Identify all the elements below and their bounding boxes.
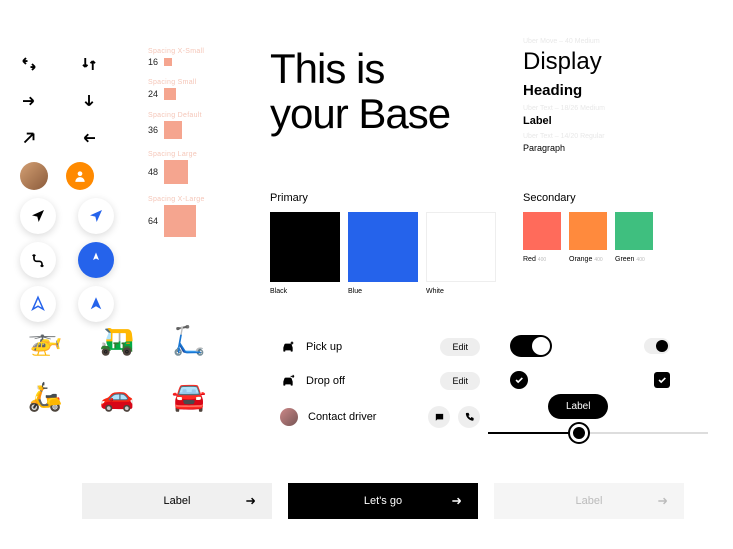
vehicle-grid: 🚁 🛺 🛴 🛵 🚗 🚘 [12,315,222,421]
arrow-right-icon [656,494,670,508]
swatch-label: Blue [348,288,418,295]
primary-title: Primary [270,192,496,204]
typo-label: Label [523,115,713,127]
swatch-sub: 400 [636,257,644,263]
helicopter-icon: 🚁 [12,315,78,365]
car-arrow-icon [280,373,296,389]
spacing-num: 64 [148,216,158,226]
arrow-down-icon [80,92,110,115]
car-black-icon: 🚘 [156,371,222,421]
swatch-label: Orange [569,256,592,263]
button-light[interactable]: Label [82,483,272,519]
swatch-blue [348,212,418,282]
dropoff-row[interactable]: Drop off Edit [280,364,480,398]
chat-button[interactable] [428,406,450,428]
secondary-title: Secondary [523,192,653,204]
spacing-swatch [164,160,188,184]
arrow-right-icon [20,92,50,115]
arrow-right-icon [450,494,464,508]
spacing-swatch [164,121,182,139]
spacing-num: 16 [148,57,158,67]
button-disabled: Label [494,483,684,519]
toggle-off[interactable] [644,338,670,354]
route-button[interactable] [20,242,56,278]
checkbox-checked[interactable] [654,372,670,388]
edit-button[interactable]: Edit [440,338,480,356]
button-label: Let's go [364,495,402,507]
spacing-label: Spacing Large [148,151,248,158]
arrow-left-icon [80,129,110,152]
swatch-sub: 400 [594,257,602,263]
swatch-label: Green [615,256,634,263]
swatch-white [426,212,496,282]
swatch-black [270,212,340,282]
swatch-orange [569,212,607,250]
spacing-num: 48 [148,167,158,177]
radio-checked[interactable] [510,371,528,389]
button-dark[interactable]: Let's go [288,483,478,519]
spacing-num: 36 [148,125,158,135]
driver-avatar [280,408,298,426]
tooltip: Label [548,394,608,419]
contact-row[interactable]: Contact driver [280,398,480,436]
typo-display: Display [523,48,713,76]
swap-icon [80,55,110,78]
spacing-num: 24 [148,89,158,99]
pickup-label: Pick up [306,341,342,353]
slider-track[interactable] [488,432,708,434]
typo-hint: Uber Move – 40 Medium [523,38,713,45]
hero-line2: your Base [270,91,450,136]
swatch-green [615,212,653,250]
typo-hint: Uber Text – 14/20 Regular [523,133,713,140]
dropoff-label: Drop off [306,375,345,387]
spacing-label: Spacing X-Small [148,48,248,55]
typo-paragraph: Paragraph [523,143,713,153]
button-label: Label [576,495,603,507]
compass-button[interactable] [78,242,114,278]
arrow-right-icon [244,494,258,508]
scooter-icon: 🛴 [156,315,222,365]
typo-hint: Uber Text – 18/26 Medium [523,105,713,112]
spacing-swatch [164,88,176,100]
swatch-label: Black [270,288,340,295]
pickup-row[interactable]: Pick up Edit [280,330,480,364]
button-label: Label [164,495,191,507]
edit-button[interactable]: Edit [440,372,480,390]
rickshaw-icon: 🛺 [84,315,150,365]
typo-heading: Heading [523,82,713,99]
contact-label: Contact driver [308,411,376,423]
swatch-label: White [426,288,496,295]
hero-line1: This is [270,46,450,91]
toggle-on[interactable] [510,335,552,357]
car-plus-icon [280,339,296,355]
moped-icon: 🛵 [12,371,78,421]
swatch-red [523,212,561,250]
spacing-swatch [164,205,196,237]
spacing-label: Spacing Default [148,112,248,119]
phone-button[interactable] [458,406,480,428]
avatar-placeholder [66,162,94,190]
spacing-swatch [164,58,172,66]
spacing-label: Spacing Small [148,79,248,86]
spacing-label: Spacing X-Large [148,196,248,203]
location-button-blue[interactable] [78,198,114,234]
slider-handle[interactable] [570,424,588,442]
location-button[interactable] [20,198,56,234]
avatar-photo [20,162,48,190]
car-icon: 🚗 [84,371,150,421]
arrow-up-right-icon [20,129,50,152]
swatch-sub: 400 [538,257,546,263]
split-arrows-icon [20,55,50,78]
hero-title: This is your Base [270,46,450,137]
swatch-label: Red [523,256,536,263]
